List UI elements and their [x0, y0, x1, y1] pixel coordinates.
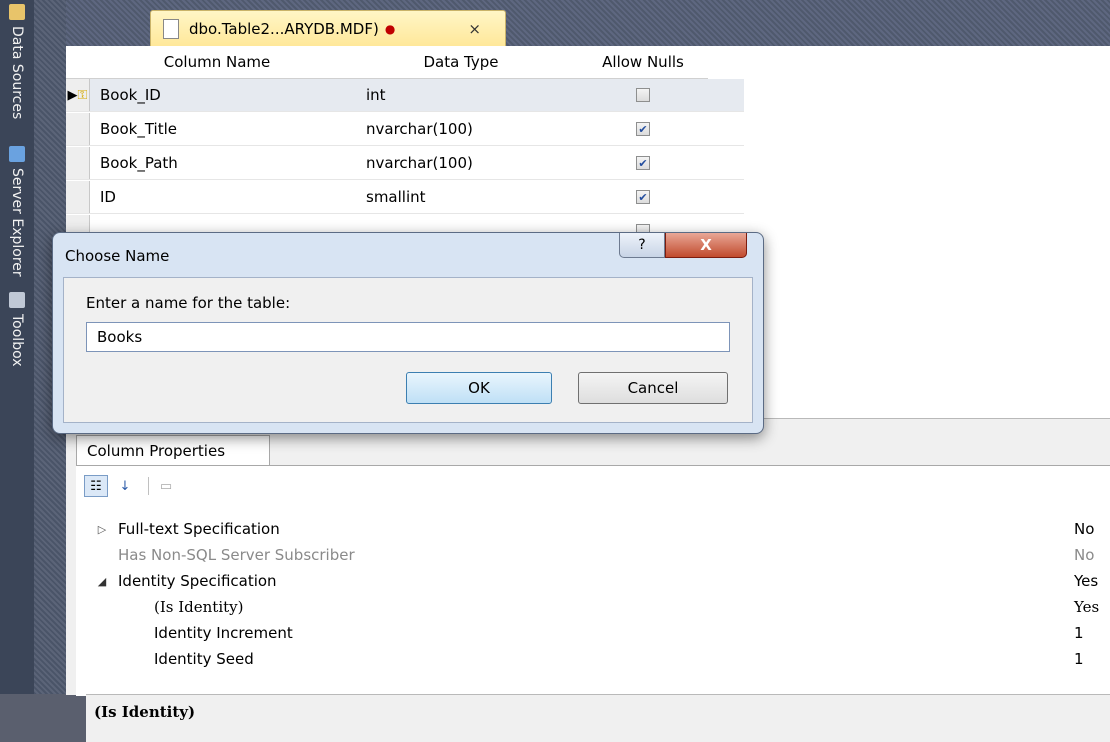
allow-nulls-checkbox[interactable]: ✔: [636, 122, 650, 136]
table-name-input[interactable]: [86, 322, 730, 352]
data-type-cell[interactable]: smallint: [344, 188, 578, 206]
allow-nulls-cell: ✔: [578, 122, 708, 136]
ok-button[interactable]: OK: [406, 372, 552, 404]
table-row[interactable]: ID smallint ✔: [66, 181, 744, 214]
cancel-button[interactable]: Cancel: [578, 372, 728, 404]
header-allow-nulls[interactable]: Allow Nulls: [578, 53, 708, 71]
property-name: Identity Seed: [154, 650, 254, 668]
categorized-icon[interactable]: ☷: [84, 475, 108, 497]
header-column-name[interactable]: Column Name: [90, 53, 344, 71]
property-value[interactable]: 1: [1074, 624, 1110, 642]
table-name-label: Enter a name for the table:: [86, 294, 291, 312]
dock-tab-label: Toolbox: [9, 314, 25, 367]
collapse-icon[interactable]: ◢: [86, 575, 118, 588]
allow-nulls-cell: ✔: [578, 156, 708, 170]
property-name: Identity Increment: [154, 624, 293, 642]
document-tab-title: dbo.Table2...ARYDB.MDF): [189, 19, 379, 38]
property-value[interactable]: Yes: [1074, 598, 1110, 616]
document-icon: [163, 18, 179, 39]
property-grid: ☷ ↓ ▭ ▷ Full-text Specification No Has N…: [76, 465, 1110, 742]
column-name-cell[interactable]: Book_ID: [90, 86, 344, 104]
property-row[interactable]: ▷ Full-text Specification No: [86, 516, 1110, 542]
data-type-cell[interactable]: int: [344, 86, 578, 104]
close-tab-icon[interactable]: ×: [468, 20, 481, 38]
close-dialog-button[interactable]: X: [665, 233, 747, 258]
grid-header: Column Name Data Type Allow Nulls: [66, 46, 708, 79]
table-row[interactable]: Book_Title nvarchar(100) ✔: [66, 113, 744, 146]
property-value[interactable]: 1: [1074, 650, 1110, 668]
dock-tab-strip: Data Sources Server Explorer Toolbox: [0, 0, 34, 694]
column-name-cell[interactable]: ID: [90, 188, 344, 206]
property-row[interactable]: (Is Identity) Yes: [86, 594, 1110, 620]
toolbox-icon: [9, 292, 25, 308]
property-row[interactable]: Has Non-SQL Server Subscriber No: [86, 542, 1110, 568]
property-row[interactable]: Identity Seed 1: [86, 646, 1110, 672]
database-icon: [9, 4, 25, 20]
table-row[interactable]: ▶⚿ Book_ID int: [66, 79, 744, 112]
property-name: Has Non-SQL Server Subscriber: [118, 546, 355, 564]
allow-nulls-cell: ✔: [578, 190, 708, 204]
editor-tab-bar: dbo.Table2...ARYDB.MDF) ● ×: [66, 0, 1110, 46]
column-name-cell[interactable]: Book_Path: [90, 154, 344, 172]
choose-name-dialog: Choose Name ? X Enter a name for the tab…: [52, 232, 764, 434]
help-icon[interactable]: ?: [619, 233, 665, 258]
expand-icon[interactable]: ▷: [86, 523, 118, 536]
property-value[interactable]: Yes: [1074, 572, 1110, 590]
property-toolbar: ☷ ↓ ▭: [76, 466, 1110, 506]
data-type-cell[interactable]: nvarchar(100): [344, 120, 578, 138]
column-properties-panel: Column Properties ☷ ↓ ▭ ▷ Full-text Spec…: [66, 418, 1110, 742]
property-pages-icon[interactable]: ▭: [155, 476, 177, 496]
property-value[interactable]: No: [1074, 546, 1110, 564]
document-tab[interactable]: dbo.Table2...ARYDB.MDF) ● ×: [150, 10, 506, 46]
column-properties-tab[interactable]: Column Properties: [76, 435, 270, 465]
dialog-title: Choose Name: [65, 247, 170, 265]
allow-nulls-cell: [578, 88, 708, 102]
allow-nulls-checkbox[interactable]: ✔: [636, 156, 650, 170]
table-row[interactable]: Book_Path nvarchar(100) ✔: [66, 147, 744, 180]
modified-indicator: ●: [384, 21, 396, 36]
property-name: (Is Identity): [154, 598, 244, 616]
grid-corner: [66, 46, 90, 78]
dock-tab-server-explorer[interactable]: Server Explorer: [0, 146, 34, 277]
property-name: Identity Specification: [118, 572, 277, 590]
property-name: Full-text Specification: [118, 520, 280, 538]
column-name-cell[interactable]: Book_Title: [90, 120, 344, 138]
dialog-body: Enter a name for the table: OK Cancel: [63, 277, 753, 423]
dock-tab-data-sources[interactable]: Data Sources: [0, 4, 34, 119]
allow-nulls-checkbox[interactable]: [636, 88, 650, 102]
property-row[interactable]: Identity Increment 1: [86, 620, 1110, 646]
dock-tab-toolbox[interactable]: Toolbox: [0, 292, 34, 367]
header-data-type[interactable]: Data Type: [344, 53, 578, 71]
sort-alphabetical-icon[interactable]: ↓: [114, 476, 136, 496]
property-value[interactable]: No: [1074, 520, 1110, 538]
dock-tab-label: Server Explorer: [9, 168, 25, 277]
row-selector[interactable]: [66, 181, 90, 213]
property-row[interactable]: ◢ Identity Specification Yes: [86, 568, 1110, 594]
data-type-cell[interactable]: nvarchar(100): [344, 154, 578, 172]
row-selector[interactable]: [66, 113, 90, 145]
allow-nulls-checkbox[interactable]: ✔: [636, 190, 650, 204]
server-icon: [9, 146, 25, 162]
toolbar-divider: [148, 477, 149, 495]
dock-tab-label: Data Sources: [9, 26, 25, 120]
property-description: (Is Identity): [86, 694, 1110, 742]
primary-key-icon: ▶⚿: [67, 87, 88, 103]
row-selector[interactable]: [66, 147, 90, 179]
row-selector[interactable]: ▶⚿: [66, 79, 90, 111]
